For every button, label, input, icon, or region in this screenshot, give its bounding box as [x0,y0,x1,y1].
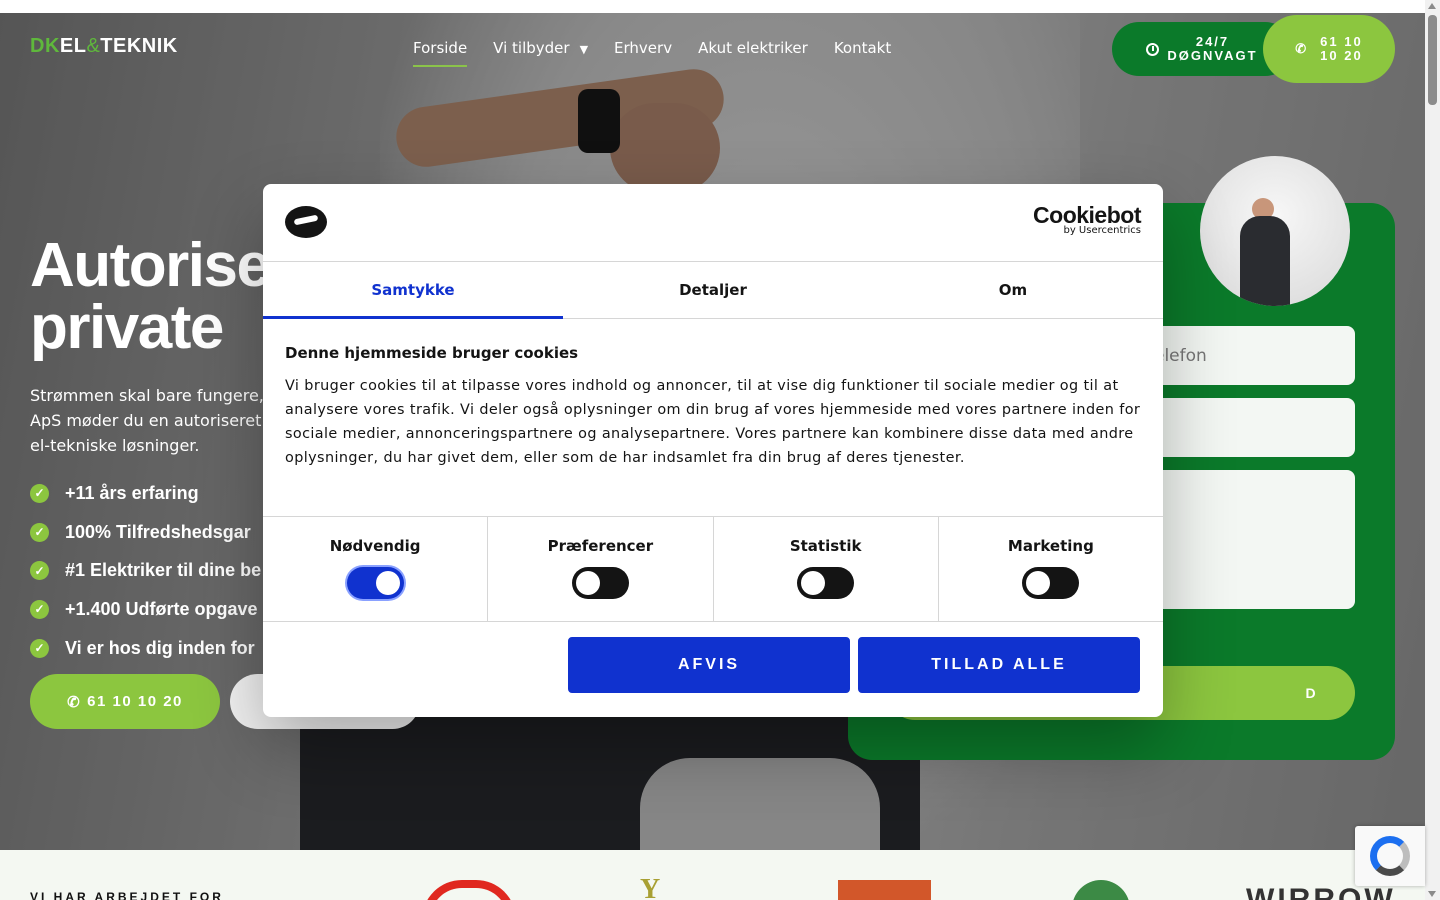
scroll-up-icon[interactable] [1428,3,1436,9]
cookie-logo-icon [285,206,327,238]
scroll-down-icon[interactable] [1428,891,1436,897]
site-header: DKEL&TEKNIK Forside Vi tilbyder ▼ Erhverv… [0,13,1425,85]
form-avatar-image [1200,156,1350,306]
cookie-heading: Denne hjemmeside bruger cookies [285,344,579,362]
check-icon: ✓ [30,638,49,658]
tab-detaljer[interactable]: Detaljer [563,262,863,318]
toggle-marketing[interactable] [1022,567,1080,599]
accept-all-button[interactable]: TILLAD ALLE [858,637,1140,693]
top-strip [0,0,1425,13]
nav-forside[interactable]: Forside [413,39,468,67]
tab-om[interactable]: Om [863,262,1163,318]
page-scrollbar[interactable] [1425,0,1440,900]
cookie-body: Denne hjemmeside bruger cookies Vi bruge… [285,344,1141,470]
recaptcha-badge[interactable] [1355,826,1425,886]
check-icon: ✓ [30,599,49,619]
toggle-statistics[interactable] [797,567,855,599]
clients-label: VI HAR ARBEJDET FOR [30,890,224,900]
cookie-dialog-header: Cookiebot by Usercentrics [263,184,1163,262]
cookie-tabs: Samtykke Detaljer Om [263,262,1163,319]
main-nav: Forside Vi tilbyder ▼ Erhverv Akut elektr… [413,39,891,67]
cookie-actions: AFVIS TILLAD ALLE [568,637,1140,693]
check-icon: ✓ [30,522,49,542]
category-preferences: Præferencer [488,517,714,621]
hero-call-button[interactable]: ✆ 61 10 10 20 [30,674,220,729]
tab-samtykke[interactable]: Samtykke [263,262,563,319]
cookie-consent-dialog: Cookiebot by Usercentrics Samtykke Detal… [263,184,1163,717]
scrollbar-thumb[interactable] [1428,15,1437,105]
category-marketing: Marketing [939,517,1163,621]
toggle-preferences[interactable] [571,567,629,599]
recaptcha-icon [1370,836,1410,876]
client-logo [838,880,931,900]
nav-erhverv[interactable]: Erhverv [614,39,672,57]
chevron-down-icon: ▼ [579,43,589,56]
nav-kontakt[interactable]: Kontakt [834,39,891,57]
header-phone-button[interactable]: ✆ 61 10 10 20 [1263,15,1395,83]
check-icon: ✓ [30,483,49,503]
toggle-necessary[interactable] [346,567,404,599]
category-necessary: Nødvendig [263,517,489,621]
clients-strip: VI HAR ARBEJDET FOR Y WIRROW [0,850,1425,900]
client-logo: Y [640,874,661,900]
client-logo [1072,880,1130,900]
phone-icon: ✆ [1295,41,1309,56]
nav-akut-elektriker[interactable]: Akut elektriker [698,39,808,57]
check-icon: ✓ [30,561,49,581]
nav-vi-tilbyder[interactable]: Vi tilbyder ▼ [493,39,588,57]
site-logo[interactable]: DKEL&TEKNIK [30,35,178,58]
clock-icon [1146,42,1160,56]
decline-button[interactable]: AFVIS [568,637,850,693]
cookie-description: Vi bruger cookies til at tilpasse vores … [285,378,1141,466]
cookie-categories: Nødvendig Præferencer Statistik Marketin… [263,516,1163,622]
phone-icon: ✆ [67,693,82,711]
cookiebot-brand[interactable]: Cookiebot by Usercentrics [1033,203,1141,236]
client-logo [422,880,516,900]
category-statistics: Statistik [714,517,939,621]
